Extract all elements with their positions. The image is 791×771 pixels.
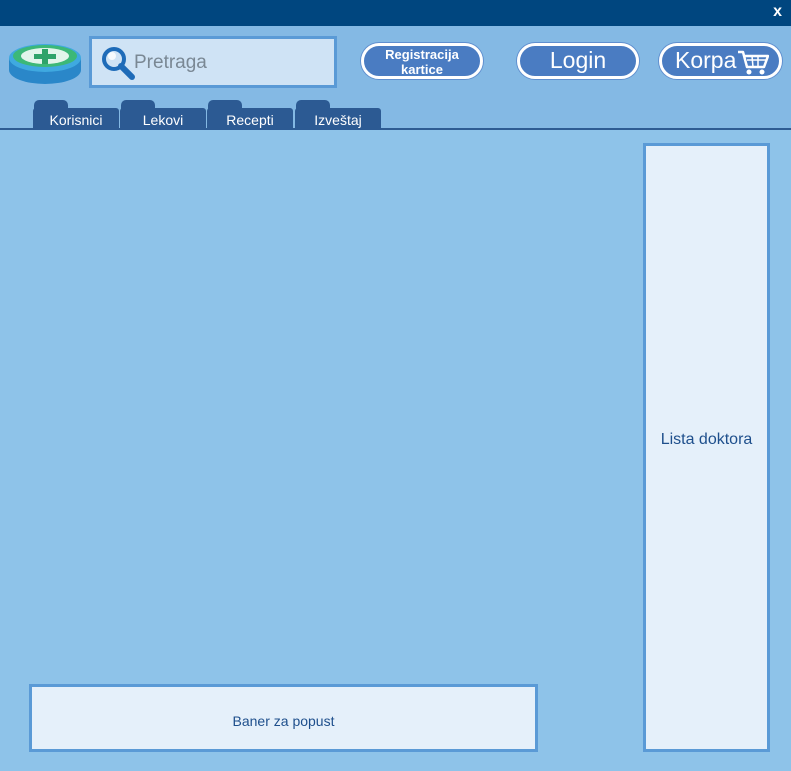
tab-recepti[interactable]: Recepti	[207, 100, 293, 130]
tab-korisnici[interactable]: Korisnici	[33, 100, 119, 130]
discount-banner-label: Baner za popust	[232, 713, 335, 729]
tab-label: Korisnici	[49, 112, 103, 128]
tab-izvestaj[interactable]: Izveštaj	[295, 100, 381, 130]
cart-icon	[738, 50, 769, 75]
doctors-list-label: Lista doktora	[660, 431, 753, 448]
search-input[interactable]: Pretraga	[134, 52, 207, 74]
register-card-button[interactable]: Registracija kartice	[361, 43, 483, 79]
close-button[interactable]: x	[773, 3, 782, 21]
register-card-label: Registracija kartice	[385, 47, 459, 77]
tab-lekovi[interactable]: Lekovi	[120, 100, 206, 130]
tab-label: Izveštaj	[314, 112, 362, 128]
doctors-list-panel: Lista doktora	[643, 143, 770, 752]
cart-button[interactable]: Korpa	[659, 43, 782, 79]
header: Pretraga Registracija kartice Login Korp…	[0, 26, 791, 130]
tab-label: Recepti	[226, 112, 274, 128]
pharmacy-logo-icon	[9, 44, 81, 84]
login-button[interactable]: Login	[517, 43, 639, 79]
login-label: Login	[549, 47, 607, 73]
discount-banner[interactable]: Baner za popust	[29, 684, 538, 752]
cart-label: Korpa	[675, 47, 737, 73]
tab-label: Lekovi	[142, 112, 184, 128]
search-icon	[102, 47, 135, 80]
title-bar: x	[0, 0, 791, 26]
search-box[interactable]: Pretraga	[89, 36, 337, 88]
